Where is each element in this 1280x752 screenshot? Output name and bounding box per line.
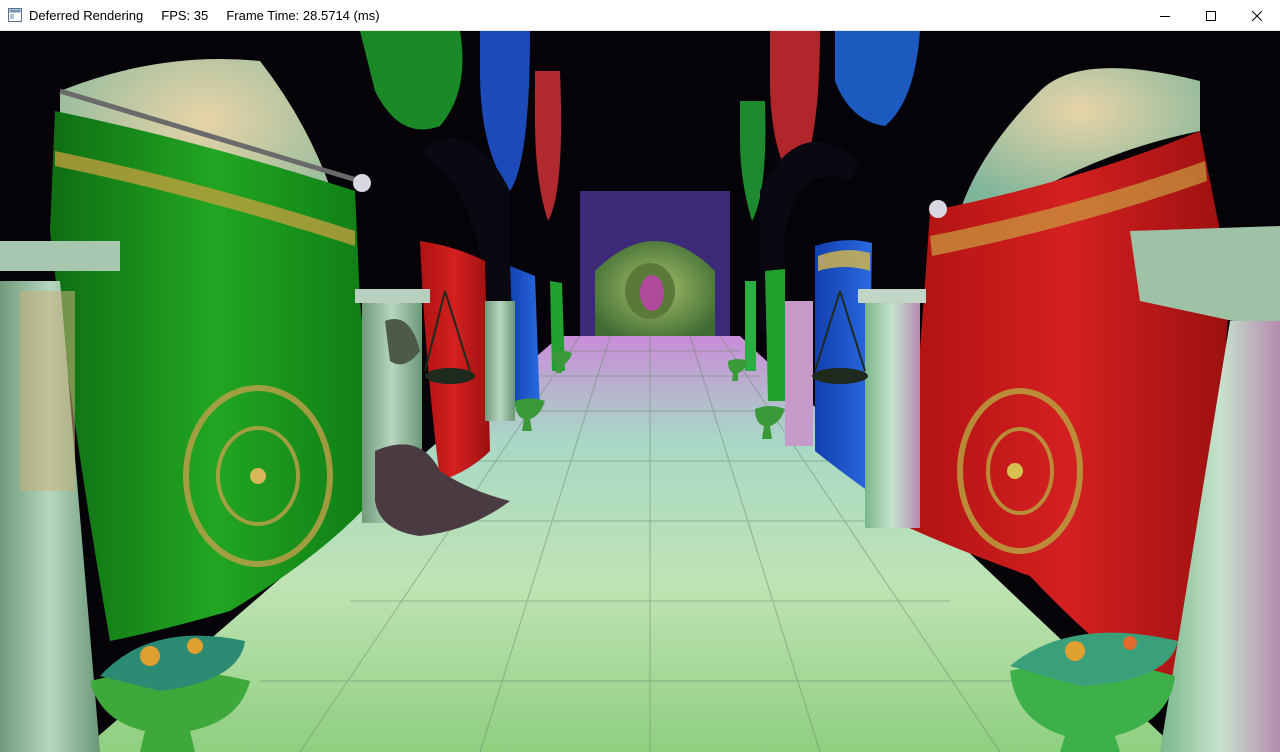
close-icon bbox=[1252, 10, 1262, 21]
render-viewport[interactable] bbox=[0, 31, 1280, 752]
frame-time-label: Frame Time: bbox=[226, 7, 300, 23]
window-title: Deferred Rendering FPS: 35 Frame Time: 2… bbox=[29, 8, 380, 23]
frame-time-unit: (ms) bbox=[353, 7, 380, 23]
maximize-button[interactable] bbox=[1188, 0, 1234, 31]
frame-time-value: 28.5714 bbox=[302, 7, 350, 23]
app-window-icon bbox=[8, 8, 22, 22]
close-button[interactable] bbox=[1234, 0, 1280, 31]
fps-value: 35 bbox=[193, 7, 209, 23]
minimize-button[interactable] bbox=[1142, 0, 1188, 31]
fps-label: FPS: bbox=[161, 7, 191, 23]
title-bar: Deferred Rendering FPS: 35 Frame Time: 2… bbox=[0, 0, 1280, 31]
window-controls bbox=[1142, 0, 1280, 31]
minimize-icon bbox=[1160, 15, 1170, 17]
sponza-scene bbox=[0, 31, 1280, 752]
maximize-icon bbox=[1206, 10, 1216, 21]
app-name: Deferred Rendering bbox=[29, 7, 144, 23]
